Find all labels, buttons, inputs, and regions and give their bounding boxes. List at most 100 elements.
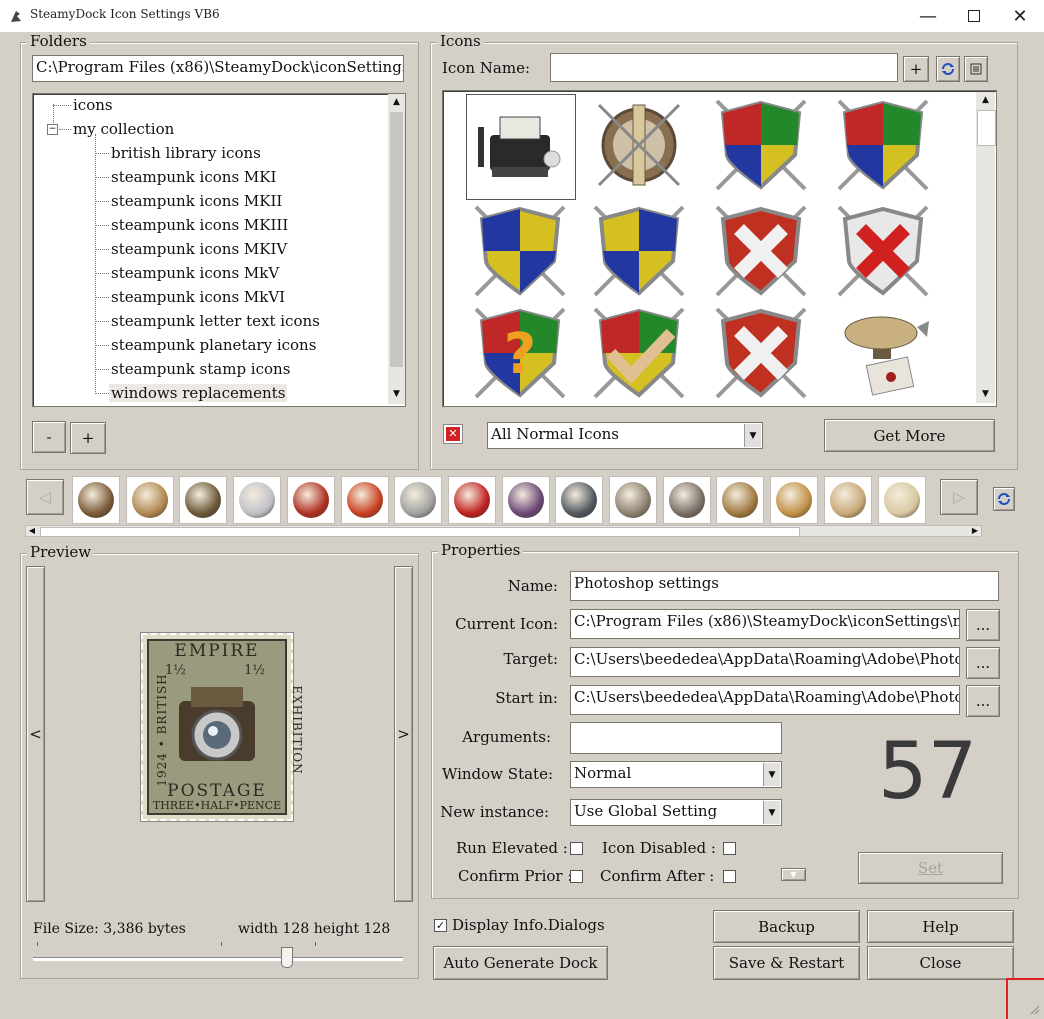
scroll-down-icon[interactable]: ▼ xyxy=(388,386,405,403)
tree-item[interactable]: steampunk planetary icons xyxy=(111,336,316,354)
scroll-down-icon[interactable]: ▼ xyxy=(976,386,995,403)
shield-coat-of-arms-icon[interactable] xyxy=(470,201,570,301)
arguments-field[interactable] xyxy=(570,722,782,754)
save-restart-button[interactable]: Save & Restart xyxy=(713,946,860,980)
tree-item[interactable]: british library icons xyxy=(111,144,261,162)
scroll-up-icon[interactable]: ▲ xyxy=(976,92,995,109)
dock-scroll-right-button[interactable]: ▷ xyxy=(940,479,978,515)
typewriter-icon[interactable] xyxy=(470,97,570,197)
dock-item-shield-red[interactable] xyxy=(286,476,335,524)
tree-item-icons[interactable]: icons xyxy=(73,96,113,114)
shield-coat-of-arms-icon[interactable] xyxy=(589,201,689,301)
dock-item-flag[interactable] xyxy=(447,476,496,524)
shield-white-x-icon[interactable] xyxy=(711,201,811,301)
add-icon-button[interactable]: + xyxy=(903,56,929,82)
icon-grid-scrollbar[interactable]: ▲ ▼ xyxy=(976,92,996,403)
shield-check-icon[interactable] xyxy=(589,303,689,403)
dock-item-camera-box[interactable] xyxy=(179,476,228,524)
remove-folder-button[interactable]: - xyxy=(32,421,66,453)
auto-generate-dock-button[interactable]: Auto Generate Dock xyxy=(433,946,608,980)
tree-item[interactable]: steampunk icons MkV xyxy=(111,264,279,282)
steampunk-emblem-icon[interactable] xyxy=(589,95,689,195)
tree-item[interactable]: steampunk icons MKII xyxy=(111,192,282,210)
refresh-icons-button[interactable] xyxy=(936,56,960,82)
dock-item-gramophone[interactable] xyxy=(125,476,174,524)
start-in-field[interactable]: C:\Users\beededea\AppData\Roaming\Adobe\… xyxy=(570,685,960,715)
dock-item-lens[interactable] xyxy=(72,476,120,524)
dock-item-badge-red[interactable] xyxy=(340,476,389,524)
browse-start-in-button[interactable]: ... xyxy=(966,685,1000,717)
resize-grip[interactable] xyxy=(1006,978,1044,1019)
set-button[interactable]: Set xyxy=(858,852,1003,884)
collapse-node-icon[interactable]: − xyxy=(47,124,58,135)
scroll-right-icon[interactable]: ▶ xyxy=(969,526,981,536)
shield-coat-of-arms-icon[interactable] xyxy=(833,95,933,195)
tree-item[interactable]: steampunk icons MkVI xyxy=(111,288,285,306)
dock-item-rocket[interactable] xyxy=(233,476,282,524)
dock-item-typewriter[interactable] xyxy=(662,476,711,524)
chevron-down-icon[interactable]: ▼ xyxy=(744,424,761,447)
tree-item[interactable]: steampunk icons MKI xyxy=(111,168,276,186)
add-folder-button[interactable]: + xyxy=(70,422,106,454)
scroll-up-icon[interactable]: ▲ xyxy=(388,94,405,111)
dock-item-compass-cross[interactable] xyxy=(501,476,550,524)
dock-item-shield-x[interactable] xyxy=(394,476,443,524)
target-field[interactable]: C:\Users\beededea\AppData\Roaming\Adobe\… xyxy=(570,647,960,677)
dock-item-portrait[interactable] xyxy=(770,476,819,524)
confirm-after-checkbox[interactable] xyxy=(723,870,736,883)
run-elevated-checkbox[interactable] xyxy=(570,842,583,855)
more-options-button[interactable]: ▼ xyxy=(781,868,806,881)
help-button[interactable]: Help xyxy=(867,910,1014,943)
get-more-button[interactable]: Get More xyxy=(824,419,995,452)
tree-item[interactable]: steampunk letter text icons xyxy=(111,312,320,330)
dock-refresh-button[interactable] xyxy=(993,487,1015,511)
dock-item-stamp[interactable] xyxy=(877,476,926,524)
dock-scroll-left-button[interactable]: ◁ xyxy=(26,479,64,515)
list-view-button[interactable] xyxy=(964,56,988,82)
folder-path-field[interactable]: C:\Program Files (x86)\SteamyDock\iconSe… xyxy=(32,55,404,82)
size-slider[interactable] xyxy=(33,942,405,968)
tree-item[interactable]: steampunk icons MKIII xyxy=(111,216,288,234)
close-button[interactable]: Close xyxy=(867,946,1014,980)
new-instance-dropdown[interactable]: Use Global Setting ▼ xyxy=(570,799,782,826)
dock-hscrollbar[interactable]: ◀ ▶ xyxy=(25,525,982,537)
confirm-prior-checkbox[interactable] xyxy=(570,870,583,883)
backup-button[interactable]: Backup xyxy=(713,910,860,943)
icon-name-field[interactable] xyxy=(550,53,898,82)
tree-item[interactable]: steampunk icons MKIV xyxy=(111,240,287,258)
dock-item-photo-tools[interactable] xyxy=(555,476,604,524)
tree-item-selected[interactable]: windows replacements xyxy=(109,384,288,402)
scroll-thumb[interactable] xyxy=(40,527,800,537)
name-field[interactable]: Photoshop settings xyxy=(570,571,999,601)
window-state-dropdown[interactable]: Normal ▼ xyxy=(570,761,782,788)
icon-filter-dropdown[interactable]: All Normal Icons ▼ xyxy=(487,422,763,449)
icon-grid[interactable]: ? ▲ ▼ xyxy=(442,90,997,407)
dock-item-clock[interactable] xyxy=(823,476,872,524)
folder-tree[interactable]: − icons my collection british library ic… xyxy=(32,93,406,407)
dock-item-book[interactable] xyxy=(716,476,765,524)
scroll-thumb[interactable] xyxy=(977,110,996,146)
size-slider-thumb[interactable] xyxy=(281,947,293,968)
display-info-checkbox[interactable]: ✓ xyxy=(434,919,447,932)
airship-envelope-icon[interactable] xyxy=(833,303,933,403)
scroll-left-icon[interactable]: ◀ xyxy=(26,526,38,536)
browse-current-icon-button[interactable]: ... xyxy=(966,609,1000,641)
chevron-down-icon[interactable]: ▼ xyxy=(763,763,780,786)
tree-item[interactable]: steampunk stamp icons xyxy=(111,360,290,378)
shield-white-x-icon[interactable] xyxy=(711,303,811,403)
shield-question-icon[interactable]: ? xyxy=(470,303,570,403)
browse-target-button[interactable]: ... xyxy=(966,647,1000,679)
delete-icon-button[interactable]: ✕ xyxy=(443,424,463,444)
preview-next-button[interactable]: > xyxy=(394,566,413,902)
tree-scrollbar[interactable]: ▲ ▼ xyxy=(388,94,405,404)
chevron-down-icon[interactable]: ▼ xyxy=(763,801,780,824)
minimize-button[interactable]: — xyxy=(905,0,951,32)
close-window-button[interactable]: ✕ xyxy=(997,0,1043,32)
tree-item-my-collection[interactable]: my collection xyxy=(73,120,174,138)
scroll-thumb[interactable] xyxy=(390,112,403,367)
shield-red-x-icon[interactable] xyxy=(833,201,933,301)
maximize-button[interactable] xyxy=(951,0,997,32)
icon-disabled-checkbox[interactable] xyxy=(723,842,736,855)
shield-coat-of-arms-icon[interactable] xyxy=(711,95,811,195)
current-icon-field[interactable]: C:\Program Files (x86)\SteamyDock\iconSe… xyxy=(570,609,960,639)
